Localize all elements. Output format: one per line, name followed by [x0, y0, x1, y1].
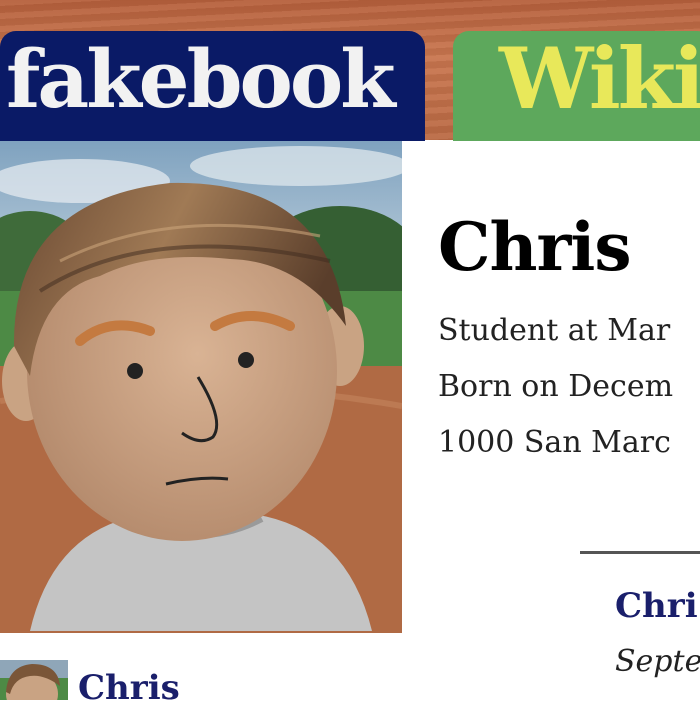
tab-wiki[interactable]: Wiki	[453, 31, 700, 141]
profile-info-birthday: Born on Decem	[438, 369, 674, 404]
profile-photo[interactable]	[0, 141, 402, 633]
friend-name-link[interactable]: Chris	[78, 668, 180, 708]
tab-fakebook[interactable]: fakebook	[0, 31, 425, 141]
profile-avatar-illustration	[0, 141, 402, 633]
profile-info-address: 1000 San Marc	[438, 425, 671, 460]
tab-fakebook-label: fakebook	[6, 32, 396, 126]
post-author-link[interactable]: Chri	[615, 586, 698, 626]
profile-name: Chris	[438, 208, 632, 286]
profile-info-school: Student at Mar	[438, 313, 671, 348]
post-date: Septe	[615, 644, 700, 679]
friend-avatar[interactable]	[0, 660, 68, 700]
friend-avatar-illustration	[0, 660, 68, 700]
tab-wiki-label: Wiki	[499, 31, 700, 128]
divider	[580, 551, 700, 554]
